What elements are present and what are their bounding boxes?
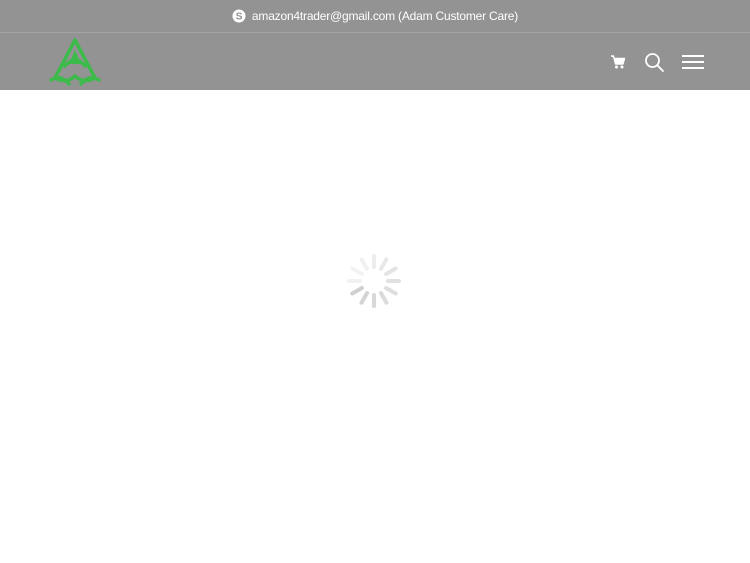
site-header <box>0 33 750 90</box>
main-content <box>0 90 750 563</box>
contact-info: S amazon4trader@gmail.com (Adam Customer… <box>232 9 518 23</box>
hamburger-menu-icon[interactable] <box>682 53 704 71</box>
svg-text:S: S <box>236 12 243 23</box>
cart-icon[interactable] <box>610 54 626 70</box>
brand-logo[interactable] <box>47 36 103 88</box>
skype-icon: S <box>232 9 246 23</box>
search-icon[interactable] <box>644 52 665 73</box>
top-contact-bar: S amazon4trader@gmail.com (Adam Customer… <box>0 0 750 33</box>
loading-spinner-icon <box>345 252 403 310</box>
contact-email-text[interactable]: amazon4trader@gmail.com (Adam Customer C… <box>252 9 518 23</box>
page: S amazon4trader@gmail.com (Adam Customer… <box>0 0 750 563</box>
